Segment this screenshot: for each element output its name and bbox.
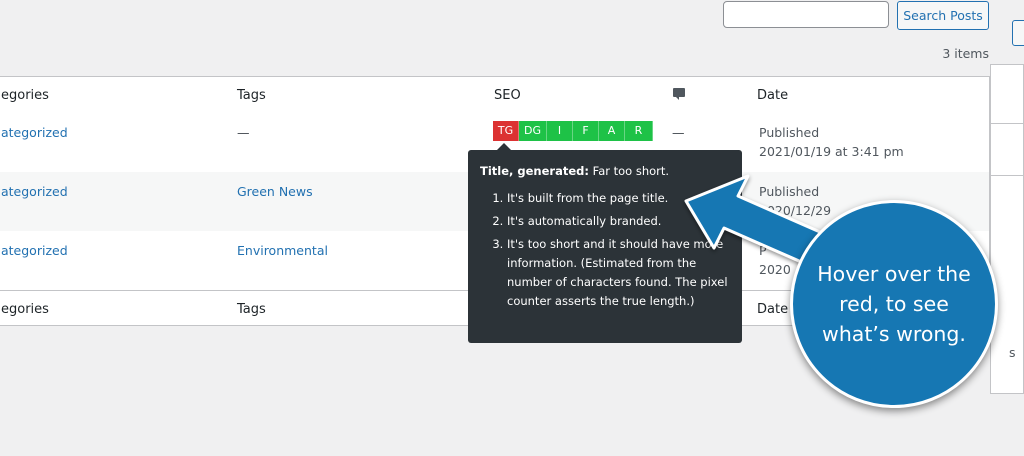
callout-text: Hover over the red, to see what’s wrong. <box>817 262 971 346</box>
callout-bubble: Hover over the red, to see what’s wrong. <box>790 200 998 408</box>
